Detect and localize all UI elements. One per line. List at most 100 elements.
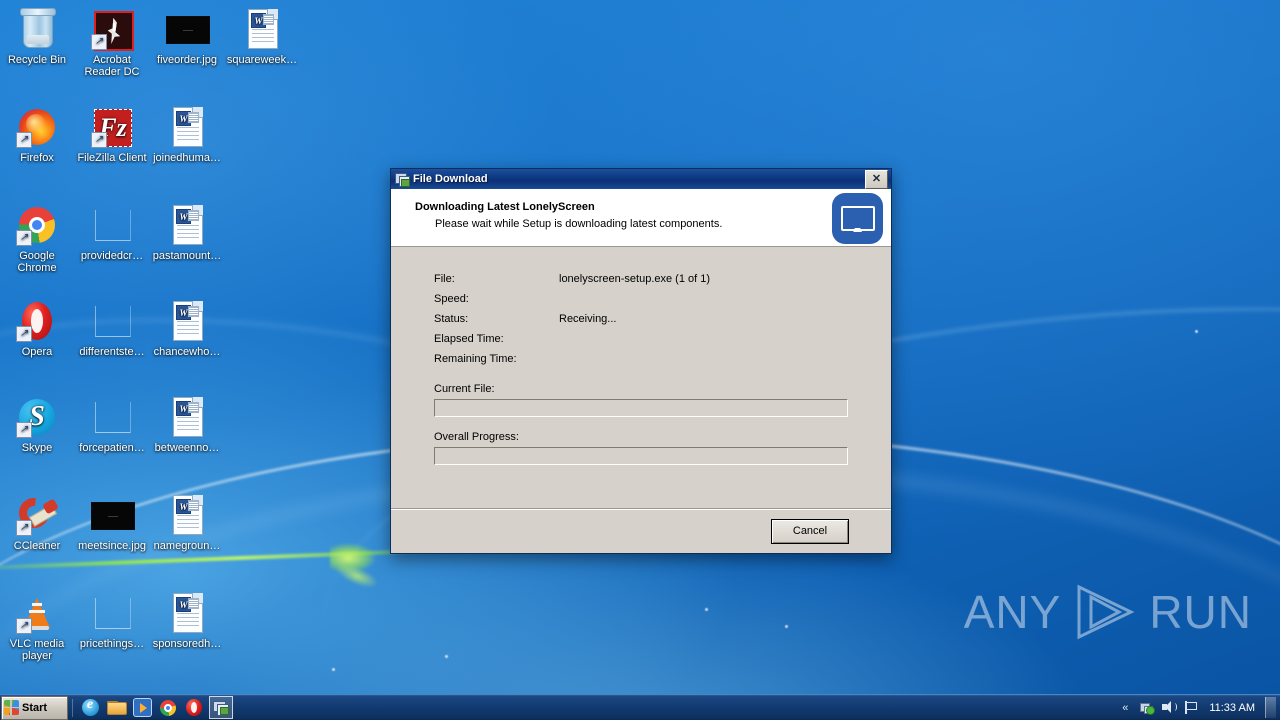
shortcut-arrow-icon: ↗ [16,520,32,536]
dialog-title-bar[interactable]: File Download ✕ [391,169,891,189]
desktop-icon-google-chrome[interactable]: ↗ Google Chrome [0,204,74,274]
desktop-icon-forcepatien[interactable]: forcepatien… [75,396,149,454]
desktop-icon-label: joinedhuma… [153,152,221,164]
field-label: Remaining Time: [434,353,517,365]
desktop-icon-label: sponsoredh… [152,638,222,650]
taskbar-clock[interactable]: 11:33 AM [1205,702,1259,714]
desktop-icon-label: chancewho… [153,346,221,358]
field-label: Elapsed Time: [434,333,504,345]
watermark-text-right: RUN [1149,586,1252,638]
overall-progress-bar [434,447,848,465]
shortcut-arrow-icon: ↗ [16,230,32,246]
show-hidden-icons-icon[interactable]: « [1117,700,1133,716]
cancel-button[interactable]: Cancel [771,518,849,544]
file-download-dialog: File Download ✕ Downloading Latest Lonel… [390,168,892,554]
desktop-icon-label: FileZilla Client [77,152,147,164]
blank-file-icon [91,592,133,634]
desktop-icon-fiveorder-jpg[interactable]: fiveorder.jpg [150,8,224,66]
desktop-icon-sponsoredh[interactable]: W sponsoredh… [150,592,224,650]
word-document-icon: W [166,106,208,148]
word-document-icon: W [241,8,283,50]
current-file-progress-bar [434,399,848,417]
image-file-icon [91,494,135,536]
wallpaper-sparkle [785,625,788,628]
desktop-icon-grid: Recycle Bin ↗ Acrobat Reader DC fiveorde… [0,0,310,690]
desktop-icon-label: betweenno… [154,442,220,454]
field-row-speed: Speed: [391,289,891,309]
lonelyscreen-monitor-icon [832,193,883,244]
desktop-icon-chancewho[interactable]: W chancewho… [150,300,224,358]
word-document-icon: W [166,300,208,342]
desktop-icon-label: Opera [21,346,53,358]
taskbar-item-google-chrome[interactable] [157,697,179,718]
field-value: Receiving... [559,313,617,325]
taskbar-item-file-download-setup[interactable] [209,696,233,719]
skype-icon: S ↗ [16,396,58,438]
desktop-icon-label: meetsince.jpg [78,540,146,552]
desktop-icon-firefox[interactable]: ↗ Firefox [0,106,74,164]
taskbar-item-windows-media-player[interactable] [131,697,153,718]
wallpaper-sparkle [332,668,335,671]
dialog-title: File Download [413,173,488,185]
desktop-icon-betweenno[interactable]: W betweenno… [150,396,224,454]
volume-icon[interactable] [1161,700,1178,716]
start-button[interactable]: Start [1,695,68,720]
google-chrome-icon: ↗ [16,204,58,246]
overall-progress-label: Overall Progress: [434,431,519,443]
taskbar-item-internet-explorer[interactable] [79,697,101,718]
network-icon[interactable] [1139,700,1155,716]
desktop-icon-label: VLC media player [9,638,65,662]
blank-file-icon [91,204,133,246]
field-row-elapsed-time: Elapsed Time: [391,329,891,349]
start-button-label: Start [22,701,48,714]
desktop-icon-recycle-bin[interactable]: Recycle Bin [0,8,74,66]
acrobat-reader-icon: ↗ [91,8,134,51]
desktop-icon-label: fiveorder.jpg [157,54,217,66]
opera-icon: ↗ [16,300,58,342]
shortcut-arrow-icon: ↗ [16,132,32,148]
dialog-footer: Cancel [391,508,891,553]
desktop-icon-providedcr[interactable]: providedcr… [75,204,149,262]
word-document-icon: W [166,592,208,634]
windows-logo-icon [4,700,19,715]
flag-icon[interactable] [1183,700,1199,716]
desktop-icon-label: Google Chrome [17,250,57,274]
desktop-icon-label: forcepatien… [79,442,145,454]
system-tray: « 11:33 AM [1117,695,1280,720]
desktop-icon-meetsince-jpg[interactable]: meetsince.jpg [75,494,149,552]
vlc-icon: ↗ [16,592,58,634]
field-label: File: [434,273,455,285]
close-icon[interactable]: ✕ [865,169,888,189]
recycle-bin-icon [16,8,58,50]
desktop-icon-squareweek[interactable]: W squareweek… [225,8,299,66]
current-file-label: Current File: [434,383,495,395]
desktop-icon-vlc-media-player[interactable]: ↗ VLC media player [0,592,74,662]
desktop-icon-pricethings[interactable]: pricethings… [75,592,149,650]
desktop-icon-label: Acrobat Reader DC [84,54,140,78]
taskbar: Start « 11:33 AM [0,694,1280,720]
desktop-icon-label: CCleaner [13,540,61,552]
desktop-icon-label: Firefox [20,152,54,164]
taskbar-item-opera[interactable] [183,697,205,718]
desktop-icon-label: Recycle Bin [7,54,67,66]
dialog-header: Downloading Latest LonelyScreen Please w… [391,189,891,247]
taskbar-item-windows-explorer[interactable] [105,697,127,718]
show-desktop-button[interactable] [1265,697,1276,718]
desktop-icon-label: pricethings… [79,638,145,650]
field-label: Speed: [434,293,469,305]
desktop-icon-filezilla-client[interactable]: Fz ↗ FileZilla Client [75,106,149,164]
desktop-icon-opera[interactable]: ↗ Opera [0,300,74,358]
desktop-icon-acrobat-reader-dc[interactable]: ↗ Acrobat Reader DC [75,8,149,78]
desktop-icon-differentste[interactable]: differentste… [75,300,149,358]
desktop-icon-ccleaner[interactable]: ↗ CCleaner [0,491,74,552]
image-file-icon [166,8,210,50]
setup-installer-icon [395,172,410,187]
desktop-icon-namegroun[interactable]: W namegroun… [150,494,224,552]
desktop-icon-pastamount[interactable]: W pastamount… [150,204,224,262]
shortcut-arrow-icon: ↗ [16,618,32,634]
field-label: Status: [434,313,469,325]
desktop-icon-joinedhuma[interactable]: W joinedhuma… [150,106,224,164]
ccleaner-icon: ↗ [12,491,59,536]
desktop-icon-skype[interactable]: S ↗ Skype [0,396,74,454]
shortcut-arrow-icon: ↗ [16,326,32,342]
